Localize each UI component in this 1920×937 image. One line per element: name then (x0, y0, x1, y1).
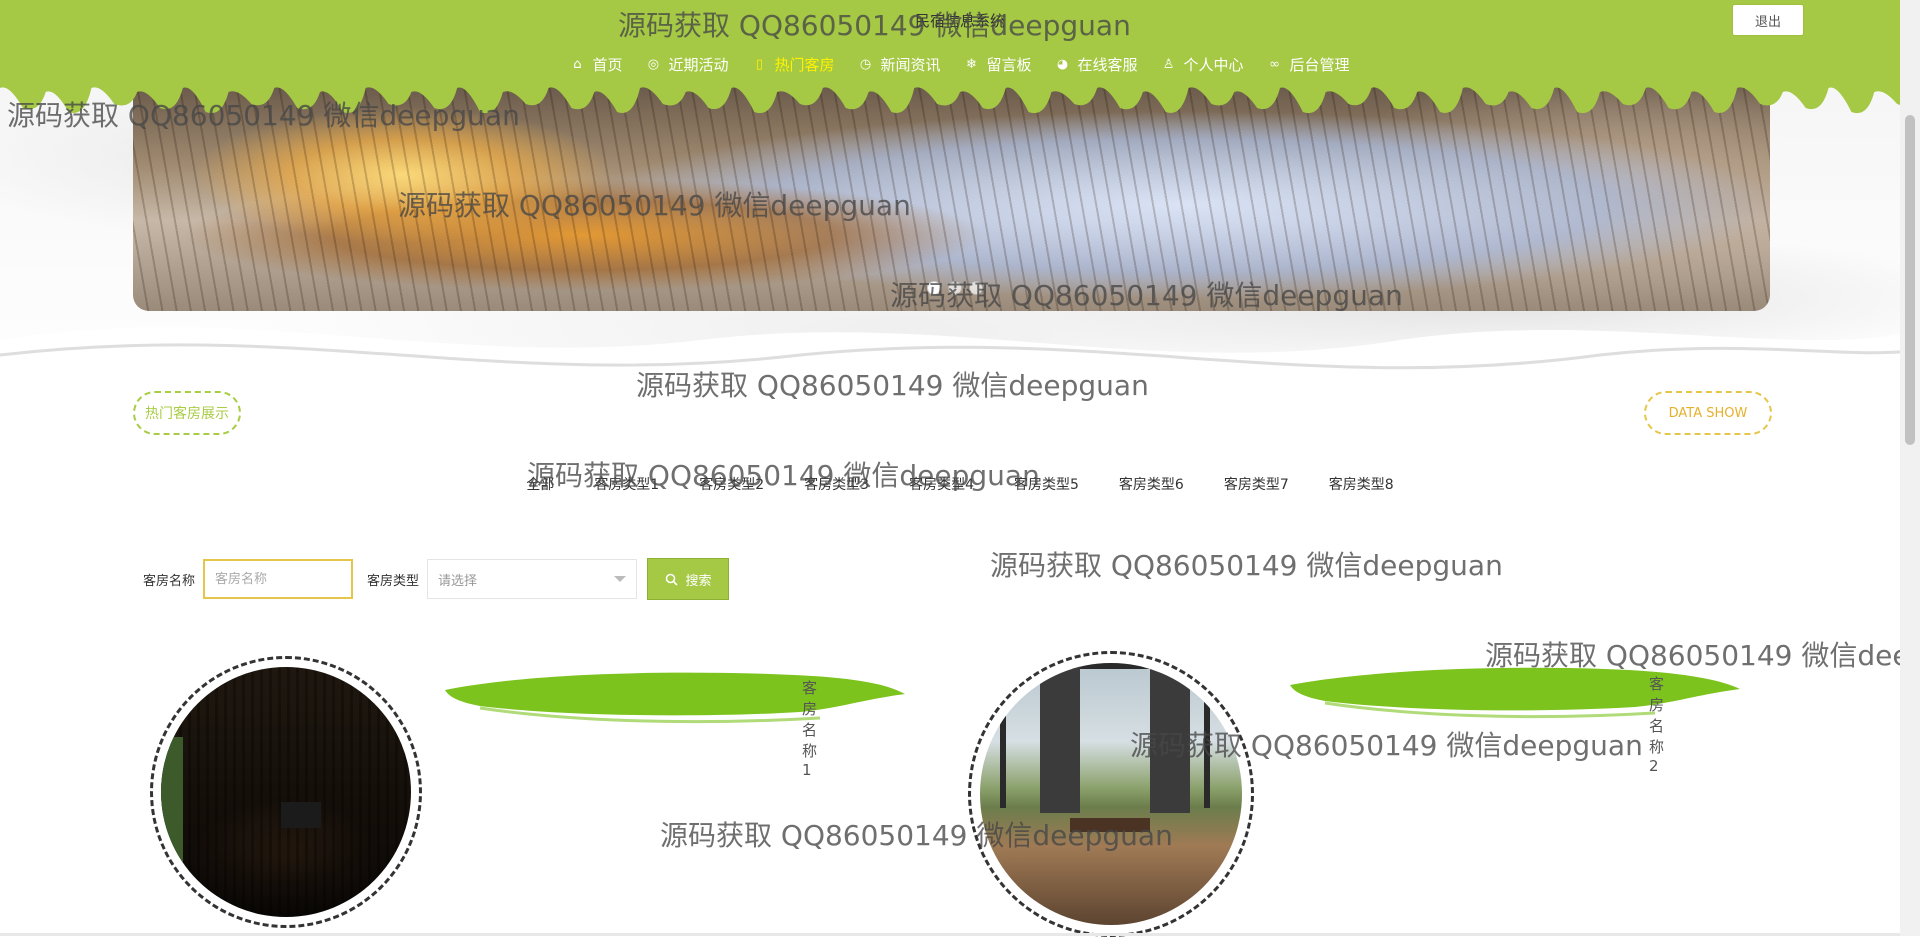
nav-label: 热门客房 (774, 56, 835, 74)
nav-label: 新闻资讯 (880, 56, 941, 74)
link-icon: ∞ (1269, 57, 1280, 72)
tab-type-1[interactable]: 客房类型1 (574, 474, 679, 494)
carousel-dot-1[interactable] (927, 281, 941, 295)
room-name[interactable]: 客房名称1 (802, 677, 817, 779)
carousel-dots[interactable] (927, 281, 983, 295)
nav-item-online-service[interactable]: ◕ 在线客服 (1054, 54, 1140, 75)
tab-type-7[interactable]: 客房类型7 (1204, 474, 1309, 494)
activity-icon: ◎ (647, 57, 660, 72)
scrollbar-thumb[interactable] (1905, 115, 1915, 445)
home-icon: ⌂ (573, 57, 582, 72)
room-photo-frame[interactable] (150, 656, 422, 928)
nav-label: 首页 (592, 56, 623, 74)
search-button[interactable]: 搜索 (647, 558, 730, 600)
snowflake-icon: ❄ (966, 57, 977, 72)
nav-label: 在线客服 (1077, 56, 1138, 74)
tab-type-6[interactable]: 客房类型6 (1099, 474, 1204, 494)
search-bar: 客房名称 客房类型 请选择 搜索 (143, 558, 730, 600)
tab-type-8[interactable]: 客房类型8 (1309, 474, 1414, 494)
nav-item-personal-center[interactable]: ♙ 个人中心 (1160, 54, 1246, 75)
room-photo-frame[interactable] (968, 651, 1254, 937)
brush-stroke (445, 672, 905, 724)
room-name[interactable]: 客房名称2 (1649, 673, 1664, 775)
nav-item-activities[interactable]: ◎ 近期活动 (644, 54, 730, 75)
nav-label: 近期活动 (668, 56, 729, 74)
nav-label: 个人中心 (1183, 56, 1244, 74)
silk-wave (0, 327, 1920, 430)
nav-item-admin[interactable]: ∞ 后台管理 (1266, 54, 1352, 75)
tab-type-2[interactable]: 客房类型2 (679, 474, 784, 494)
brush-stroke (1290, 667, 1740, 719)
service-icon: ◕ (1056, 57, 1069, 72)
chevron-down-icon (614, 576, 627, 582)
room-photo (161, 667, 411, 917)
tab-type-3[interactable]: 客房类型3 (784, 474, 889, 494)
room-type-select[interactable]: 请选择 (427, 559, 638, 599)
tab-type-4[interactable]: 客房类型4 (889, 474, 994, 494)
room-type-placeholder: 请选择 (438, 573, 478, 589)
room-name-label: 客房名称 (143, 573, 196, 589)
nav-label: 后台管理 (1289, 56, 1350, 74)
tab-all[interactable]: 全部 (506, 474, 574, 494)
section-subtitle: DATA SHOW (1644, 391, 1772, 435)
watermark: 源码获取 QQ86050149 微信deepguan (990, 549, 1503, 582)
site-title: 民宿信息系统 (914, 12, 1005, 30)
nav-label: 留言板 (986, 56, 1032, 74)
clock-icon: ◷ (859, 57, 872, 72)
search-icon (665, 573, 678, 586)
nav-item-news[interactable]: ◷ 新闻资讯 (856, 54, 942, 75)
user-icon: ♙ (1162, 57, 1175, 72)
room-icon: ▯ (755, 57, 764, 72)
section-title: 热门客房展示 (133, 391, 241, 435)
tab-type-5[interactable]: 客房类型5 (994, 474, 1099, 494)
search-button-label: 搜索 (685, 573, 712, 589)
room-type-label: 客房类型 (367, 573, 420, 589)
nav-item-hot-rooms[interactable]: ▯ 热门客房 (750, 54, 836, 75)
main-nav: ⌂ 首页 ◎ 近期活动 ▯ 热门客房 ◷ 新闻资讯 ❄ 留言板 ◕ 在线客服 ♙… (0, 54, 1920, 75)
room-name-input[interactable] (203, 559, 354, 599)
category-tabs: 全部 客房类型1 客房类型2 客房类型3 客房类型4 客房类型5 客房类型6 客… (0, 474, 1920, 494)
nav-item-home[interactable]: ⌂ 首页 (568, 54, 624, 75)
page-scrollbar[interactable] (1900, 0, 1920, 936)
logout-button[interactable]: 退出 (1733, 5, 1803, 35)
carousel-dot-2[interactable] (948, 281, 962, 295)
carousel-dot-3[interactable] (969, 281, 983, 295)
nav-item-message-board[interactable]: ❄ 留言板 (963, 54, 1034, 75)
room-photo (980, 663, 1242, 925)
